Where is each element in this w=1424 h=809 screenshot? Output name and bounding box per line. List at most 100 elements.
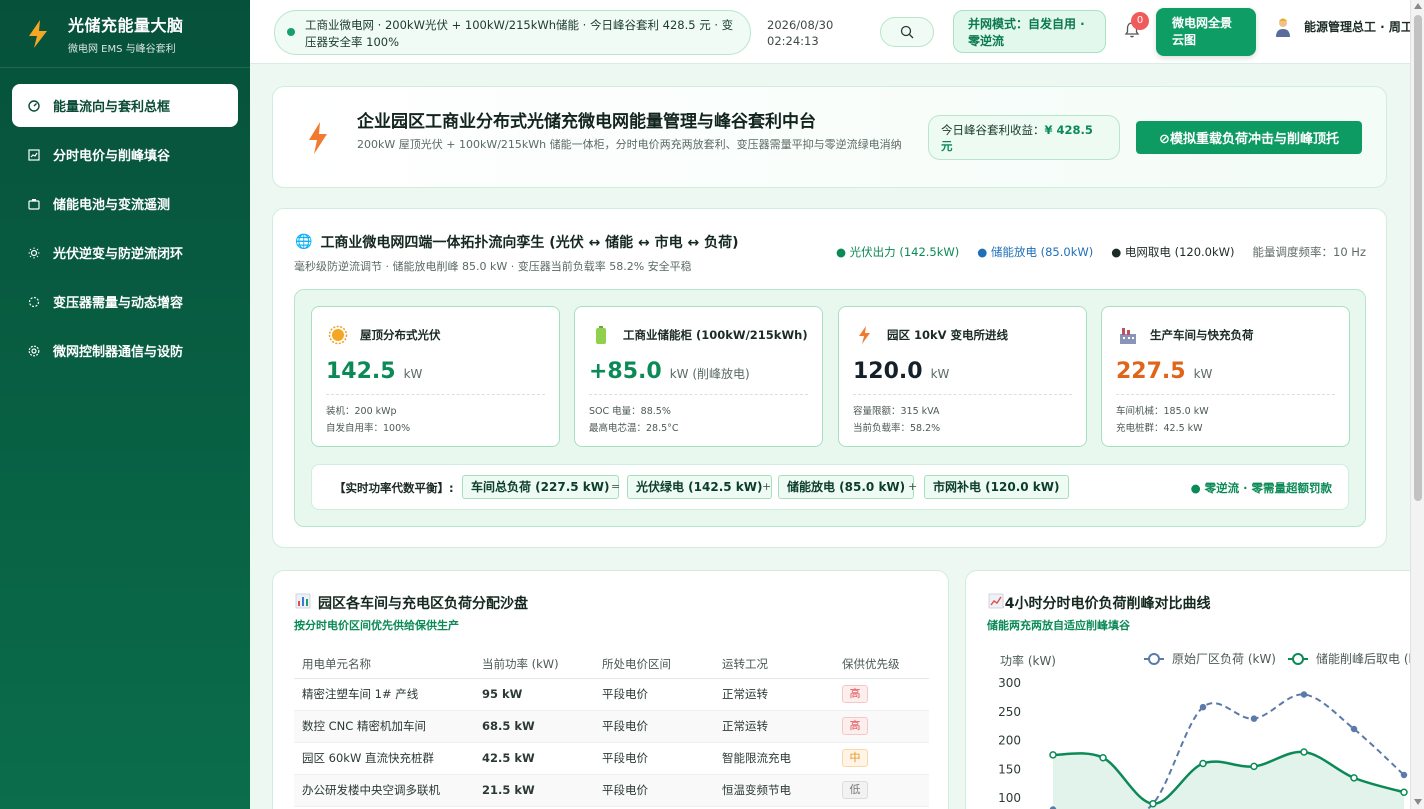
balance-chip-load: 车间总负荷 (227.5 kW) xyxy=(462,475,619,499)
sidebar-item-tariff[interactable]: 分时电价与削峰填谷 xyxy=(12,133,238,176)
status-ticker: 工商业微电网 · 200kW光伏 + 100kW/215kWh储能 · 今日峰谷… xyxy=(274,10,751,55)
cell-power: 95 kW xyxy=(474,678,594,711)
search-button[interactable] xyxy=(880,17,934,47)
peak-shaving-card: 24小时分时电价负荷削峰对比曲线 储能两充两放自适应削峰填谷 功率 (kW) 10… xyxy=(965,570,1424,809)
sidebar-item-label: 储能电池与变流遥测 xyxy=(53,198,171,213)
table-row[interactable]: 办公研发楼中央空调多联机 21.5 kW 平段电价 恒温变频节电 低 xyxy=(294,774,929,807)
cell-tariff: 平段电价 xyxy=(594,710,714,743)
sidebar-item-pv[interactable]: 光伏逆变与防逆流闭环 xyxy=(12,231,238,274)
cell-name: 办公研发楼中央空调多联机 xyxy=(294,774,474,807)
hero-card: 企业园区工商业分布式光储充微电网能量管理与峰谷套利中台 200kW 屋顶光伏 +… xyxy=(272,86,1387,188)
legend-label: 原始厂区负荷 (kW) xyxy=(1172,652,1276,666)
cloud-view-button[interactable]: 微电网全景云图 xyxy=(1156,8,1256,56)
balance-chip-storage: 储能放电 (85.0 kW) xyxy=(778,475,915,499)
page-title: 企业园区工商业分布式光储充微电网能量管理与峰谷套利中台 xyxy=(357,112,816,132)
simulate-load-button[interactable]: ⊘模拟重载负荷冲击与削峰顶托 xyxy=(1136,121,1362,154)
topology-title-text: 工商业微电网四端一体拓扑流向孪生 (光伏 ↔ 储能 ↔ 市电 ↔ 负荷) xyxy=(320,235,739,251)
cell-power: 68.5 kW xyxy=(474,710,594,743)
bar-chart-icon xyxy=(295,593,311,613)
topology-subtitle: 毫秒级防逆流调节 · 储能放电削峰 85.0 kW · 变压器当前负载率 58.… xyxy=(294,260,692,273)
scroll-up-arrow-icon[interactable] xyxy=(1414,3,1422,9)
topology-legend: ● 光伏出力 (142.5kW) ● 储能放电 (85.0kW) ● 电网取电 … xyxy=(836,244,1366,260)
table-header-row: 用电单元名称 当前功率 (kW) 所处电价区间 运转工况 保供优先级 xyxy=(294,650,929,679)
battery-icon xyxy=(591,325,611,345)
node-meta: SOC 电量：88.5% 最高电芯温：28.5°C xyxy=(589,406,679,434)
user-name: 能源管理总工 · 周工 xyxy=(1304,20,1413,34)
column-header[interactable]: 当前功率 (kW) xyxy=(474,650,594,679)
cell-tariff: 平段电价 xyxy=(594,742,714,775)
earnings-badge: 今日峰谷套利收益：¥ 428.5 元 xyxy=(928,115,1120,160)
legend-pv: ● 光伏出力 (142.5kW) xyxy=(835,245,960,259)
sidebar-item-transformer[interactable]: 变压器需量与动态增容 xyxy=(12,280,238,323)
data-point xyxy=(1199,703,1207,711)
y-tick-label: 250 xyxy=(998,705,1021,719)
cell-tariff: 平段电价 xyxy=(594,774,714,807)
sidebar-item-controller[interactable]: 微网控制器通信与设防 xyxy=(12,329,238,372)
brand: 光储充能量大脑 微电网 EMS 与峰谷套利 xyxy=(0,0,250,68)
topology-card: 🌐 工商业微电网四端一体拓扑流向孪生 (光伏 ↔ 储能 ↔ 市电 ↔ 负荷) 毫… xyxy=(272,208,1387,548)
node-storage[interactable]: 工商业储能柜 (100kW/215kWh) +85.0 kW (削峰放电) SOC… xyxy=(574,306,823,447)
topology-panel: 屋顶分布式光伏 142.5 kW 装机：200 kWp 自发自用率：100% 工商业… xyxy=(294,289,1366,527)
brand-title: 光储充能量大脑 xyxy=(68,16,184,35)
lightning-icon xyxy=(29,19,47,48)
sidebar-item-label: 能量流向与套利总框 xyxy=(53,100,171,115)
node-meta: 车间机械：185.0 kW 充电桩群：42.5 kW xyxy=(1116,406,1209,434)
date-text: 2026/08/30 xyxy=(767,18,834,32)
globe-icon: 🌐 xyxy=(295,234,313,250)
scrollbar[interactable] xyxy=(1410,0,1424,809)
sidebar-item-overview[interactable]: 能量流向与套利总框 xyxy=(12,84,238,127)
divider xyxy=(853,394,1072,395)
live-dot-icon xyxy=(287,28,295,36)
node-grid[interactable]: 园区 10kV 变电所进线 120.0 kW 容量限额：315 kVA 当前负载率：… xyxy=(838,306,1087,447)
table-row[interactable]: 精密注塑车间 1# 产线 95 kW 平段电价 正常运转 高 xyxy=(294,678,929,711)
ticker-text: 工商业微电网 · 200kW光伏 + 100kW/215kWh储能 · 今日峰谷… xyxy=(305,18,734,49)
y-axis-label: 功率 (kW) xyxy=(1000,653,1056,668)
balance-chip-grid: 市网补电 (120.0 kW) xyxy=(924,475,1069,499)
node-value: +85.0 kW (削峰放电) xyxy=(589,359,750,384)
page-description: 200kW 屋顶光伏 + 100kW/215kWh 储能一体柜，分时电价两充两放… xyxy=(357,138,902,151)
plus-sign: + xyxy=(908,480,918,493)
priority-badge: 高 xyxy=(842,717,868,735)
sidebar-item-label: 分时电价与削峰填谷 xyxy=(53,149,171,164)
divider xyxy=(1116,394,1335,395)
cell-status: 恒温变频节电 xyxy=(714,774,834,807)
balance-label: 【实时功率代数平衡】: xyxy=(334,481,454,495)
scroll-thumb[interactable] xyxy=(1414,15,1422,501)
sidebar-item-label: 变压器需量与动态增容 xyxy=(53,296,184,311)
datetime: 2026/08/30 02:24:13 xyxy=(767,17,833,49)
earnings-label: 今日峰谷套利收益： xyxy=(941,123,1045,137)
cell-name: 精密注塑车间 1# 产线 xyxy=(294,678,474,711)
brand-subtitle: 微电网 EMS 与峰谷套利 xyxy=(68,44,176,55)
time-text: 02:24:13 xyxy=(767,34,819,48)
data-point xyxy=(1350,774,1358,782)
cell-status: 正常运转 xyxy=(714,678,834,711)
column-header[interactable]: 运转工况 xyxy=(714,650,834,679)
cell-power: 21.5 kW xyxy=(474,774,594,807)
table-row[interactable]: 数控 CNC 精密机加车间 68.5 kW 平段电价 正常运转 高 xyxy=(294,710,929,743)
node-load[interactable]: 生产车间与快充负荷 227.5 kW 车间机械：185.0 kW 充电桩群：42.5… xyxy=(1101,306,1350,447)
column-header[interactable]: 用电单元名称 xyxy=(294,650,474,679)
peak-shaving-chart[interactable]: 功率 (kW) 100 150 200 250 300 原始厂区负荷 (kW) 储能削峰后取电… xyxy=(966,571,1424,809)
table-row[interactable]: 园区 60kW 直流快充桩群 42.5 kW 平段电价 智能限流充电 中 xyxy=(294,742,929,775)
lightning-icon xyxy=(855,325,875,345)
data-point xyxy=(1099,754,1107,762)
user-menu[interactable]: 能源管理总工 · 周工 xyxy=(1272,16,1419,38)
lightning-icon xyxy=(309,122,327,154)
scroll-down-arrow-icon[interactable] xyxy=(1414,799,1422,805)
node-title: 生产车间与快充负荷 xyxy=(1150,328,1254,342)
node-value: 142.5 kW xyxy=(326,359,423,384)
sidebar-item-battery[interactable]: 储能电池与变流遥测 xyxy=(12,182,238,225)
divider xyxy=(589,394,808,395)
column-header[interactable]: 所处电价区间 xyxy=(594,650,714,679)
plus-sign: + xyxy=(762,480,772,493)
column-header[interactable]: 保供优先级 xyxy=(834,650,929,679)
node-value: 227.5 kW xyxy=(1116,359,1213,384)
divider xyxy=(326,394,545,395)
node-meta: 容量限额：315 kVA 当前负载率：58.2% xyxy=(853,406,941,434)
sidebar: 光储充能量大脑 微电网 EMS 与峰谷套利 能量流向与套利总框 分时电价与削峰填… xyxy=(0,0,250,809)
sidebar-item-label: 微网控制器通信与设防 xyxy=(53,345,184,360)
node-pv[interactable]: 屋顶分布式光伏 142.5 kW 装机：200 kWp 自发自用率：100% xyxy=(311,306,560,447)
avatar xyxy=(1276,18,1290,37)
sun-icon xyxy=(28,247,40,259)
y-tick-label: 200 xyxy=(998,734,1021,748)
